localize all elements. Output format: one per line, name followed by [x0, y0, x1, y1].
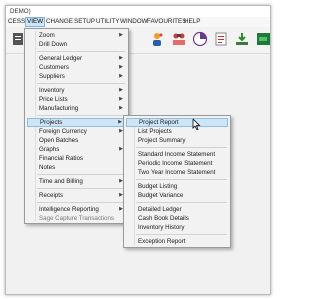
- menu-separator: [136, 147, 227, 148]
- item-label: Periodic Income Statement: [138, 160, 213, 167]
- projects-submenu: Project Report List Projects Project Sum…: [123, 115, 231, 248]
- item-label: Time and Billing: [39, 178, 83, 185]
- projects-detailed-ledger[interactable]: Detailed Ledger: [126, 205, 228, 214]
- menu-favourites[interactable]: FAVOURITES: [146, 18, 187, 26]
- view-drill-down[interactable]: Drill Down: [27, 40, 126, 49]
- menu-separator: [136, 234, 227, 235]
- item-label: Foreign Currency: [39, 128, 87, 135]
- view-receipts[interactable]: Receipts ▶: [27, 191, 126, 200]
- excel-icon[interactable]: [255, 31, 270, 47]
- menu-separator: [37, 188, 125, 189]
- item-label: General Ledger: [39, 55, 82, 62]
- view-open-batches[interactable]: Open Batches: [27, 136, 126, 145]
- menu-setup[interactable]: SETUP: [73, 18, 96, 26]
- menu-separator: [136, 202, 227, 203]
- item-label: Inventory: [39, 87, 65, 94]
- item-label: Project Report: [139, 119, 179, 126]
- item-label: Budget Listing: [138, 183, 178, 190]
- menu-help[interactable]: HELP: [183, 18, 201, 26]
- mouse-cursor-icon: [192, 118, 201, 131]
- projects-project-summary[interactable]: Project Summary: [126, 136, 228, 145]
- projects-inventory-history[interactable]: Inventory History: [126, 223, 228, 232]
- item-label: Receipts: [39, 192, 64, 199]
- item-label: Intelligence Reporting: [39, 206, 99, 213]
- view-financial-ratios[interactable]: Financial Ratios: [27, 154, 126, 163]
- submenu-arrow-icon: ▶: [119, 55, 123, 61]
- menu-change[interactable]: CHANGE: [45, 18, 74, 26]
- item-label: Exception Report: [138, 238, 186, 245]
- submenu-arrow-icon: ▶: [119, 73, 123, 79]
- people-icon[interactable]: [171, 31, 187, 47]
- submenu-arrow-icon: ▶: [119, 96, 123, 102]
- submenu-arrow-icon: ▶: [119, 64, 123, 70]
- window-title: DEMO): [10, 8, 31, 15]
- projects-list-projects[interactable]: List Projects: [126, 127, 228, 136]
- menu-separator: [37, 83, 125, 84]
- item-label: Budget Variance: [138, 192, 184, 199]
- item-label: Financial Ratios: [39, 155, 84, 162]
- view-inventory[interactable]: Inventory ▶: [27, 86, 126, 95]
- view-zoom[interactable]: Zoom ▶: [27, 31, 126, 40]
- view-graphs[interactable]: Graphs ▶: [27, 145, 126, 154]
- view-notes[interactable]: Notes: [27, 163, 126, 172]
- menu-separator: [37, 51, 125, 52]
- projects-standard-income-statement[interactable]: Standard Income Statement: [126, 150, 228, 159]
- item-label: Sage Capture Transactions: [39, 215, 114, 222]
- view-manufacturing[interactable]: Manufacturing ▶: [27, 104, 126, 113]
- menu-separator: [37, 174, 125, 175]
- submenu-arrow-icon: ▶: [119, 105, 123, 111]
- item-label: Projects: [40, 119, 63, 126]
- chart-pie-icon[interactable]: [192, 31, 208, 47]
- item-label: Manufacturing: [39, 105, 79, 112]
- item-label: Graphs: [39, 146, 60, 153]
- download-icon[interactable]: [234, 31, 250, 47]
- view-time-and-billing[interactable]: Time and Billing ▶: [27, 177, 126, 186]
- item-label: Drill Down: [39, 41, 68, 48]
- item-label: Notes: [39, 164, 56, 171]
- view-sage-capture-transactions: Sage Capture Transactions: [27, 214, 126, 223]
- item-label: Standard Income Statement: [138, 151, 216, 158]
- menu-separator: [37, 202, 125, 203]
- item-label: Suppliers: [39, 73, 65, 80]
- item-label: Open Batches: [39, 137, 79, 144]
- view-general-ledger[interactable]: General Ledger ▶: [27, 54, 126, 63]
- view-foreign-currency[interactable]: Foreign Currency ▶: [27, 127, 126, 136]
- menu-process[interactable]: CESS: [7, 18, 26, 26]
- projects-exception-report[interactable]: Exception Report: [126, 237, 228, 246]
- item-label: Cash Book Details: [138, 215, 189, 222]
- menu-utility[interactable]: UTILITY: [95, 18, 120, 26]
- projects-budget-listing[interactable]: Budget Listing: [126, 182, 228, 191]
- item-label: Inventory History: [138, 224, 185, 231]
- menu-separator: [136, 179, 227, 180]
- item-label: Zoom: [39, 32, 55, 39]
- projects-periodic-income-statement[interactable]: Periodic Income Statement: [126, 159, 228, 168]
- view-menu: Zoom ▶ Drill Down General Ledger ▶ Custome…: [24, 28, 129, 224]
- item-label: Price Lists: [39, 96, 68, 103]
- item-label: Detailed Ledger: [138, 206, 182, 213]
- projects-two-year-income-statement[interactable]: Two Year Income Statement: [126, 168, 228, 177]
- projects-budget-variance[interactable]: Budget Variance: [126, 191, 228, 200]
- submenu-arrow-icon: ▶: [119, 32, 123, 38]
- submenu-arrow-icon: ▶: [118, 119, 122, 125]
- item-label: Project Summary: [138, 137, 186, 144]
- item-label: Customers: [39, 64, 69, 71]
- view-price-lists[interactable]: Price Lists ▶: [27, 95, 126, 104]
- menu-separator: [37, 115, 125, 116]
- menu-view[interactable]: VIEW: [25, 17, 46, 27]
- view-suppliers[interactable]: Suppliers ▶: [27, 72, 126, 81]
- item-label: Two Year Income Statement: [138, 169, 216, 176]
- item-label: List Projects: [138, 128, 172, 135]
- submenu-arrow-icon: ▶: [119, 87, 123, 93]
- report-icon[interactable]: [213, 31, 229, 47]
- view-intelligence-reporting[interactable]: Intelligence Reporting ▶: [27, 205, 126, 214]
- view-customers[interactable]: Customers ▶: [27, 63, 126, 72]
- person-icon[interactable]: [149, 31, 165, 47]
- projects-cash-book-details[interactable]: Cash Book Details: [126, 214, 228, 223]
- menu-window[interactable]: WINDOW: [119, 18, 149, 26]
- title-bar: DEMO): [6, 6, 270, 17]
- view-projects[interactable]: Projects ▶: [27, 118, 126, 127]
- projects-project-report[interactable]: Project Report: [126, 118, 228, 127]
